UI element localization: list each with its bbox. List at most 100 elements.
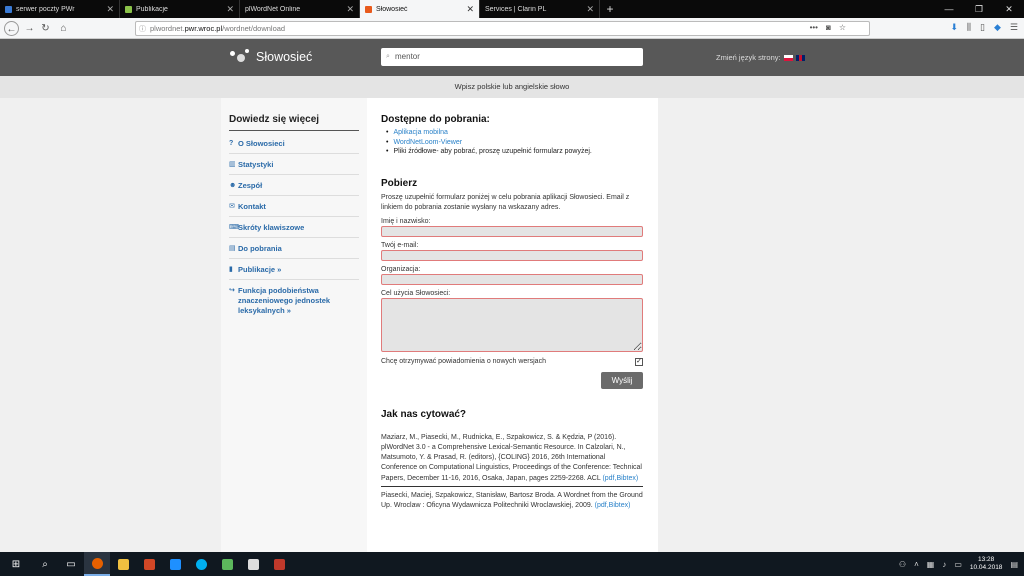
tab-services-clarin[interactable]: Services | Clarin PL ✕ [480,0,600,18]
sidebar-toggle-icon[interactable]: ▯ [980,22,985,33]
close-tab-icon[interactable]: ✕ [586,4,594,15]
volume-icon[interactable]: ♪ [942,560,946,569]
sidebar-item-label: Skróty klawiszowe [238,223,305,232]
address-actions: ••• ◙ ☆ [810,23,846,32]
tab-publikacje[interactable]: Publikacje ✕ [120,0,240,18]
close-tab-icon[interactable]: ✕ [106,4,114,15]
url-prefix: plwordnet. [150,24,185,33]
app-icon[interactable] [162,552,188,576]
citation-links[interactable]: (pdf,Bibtex) [602,475,638,482]
clock[interactable]: 13:28 10.04.2018 [970,556,1003,572]
search-input[interactable]: ⌕ mentor [381,48,643,66]
keyboard-icon: ⌨ [229,224,240,231]
notify-checkbox[interactable]: ✓ [635,357,643,366]
close-window-button[interactable]: ✕ [994,0,1024,18]
address-bar[interactable]: ⓘ plwordnet.pwr.wroc.pl/wordnet/download [135,21,870,36]
downloads-list: Aplikacja mobilna WordNetLoom-Viewer Pli… [386,128,643,157]
home-button[interactable]: ⌂ [56,21,71,36]
citation-1: Maziarz, M., Piasecki, M., Rudnicka, E.,… [381,433,643,484]
sidebar-item-kontakt[interactable]: ✉ Kontakt [229,198,359,217]
tab-label: plWordNet Online [245,5,301,13]
firefox-icon[interactable] [84,552,110,576]
search-value: mentor [395,52,420,61]
download-title: Pobierz [381,177,418,189]
library-icon[interactable]: ⫼ [967,22,971,33]
purpose-textarea[interactable] [381,297,643,352]
logo-mark-icon [230,49,252,65]
people-icon[interactable]: ⚇ [899,560,906,569]
battery-icon[interactable]: ▭ [954,560,962,569]
extension-icon[interactable]: ◆ [994,22,1001,33]
list-item: Pliki źródłowe- aby pobrać, proszę uzupe… [386,147,643,157]
send-button[interactable]: Wyślij [601,371,643,389]
slowosiec-favicon-icon [365,5,372,13]
source-files-text: Pliki źródłowe- aby pobrać, proszę uzupe… [393,148,592,155]
tab-slowosiec[interactable]: Słowosieć ✕ [360,0,480,18]
pocket-icon[interactable]: ◙ [826,23,831,32]
reload-button[interactable]: ↻ [38,21,53,36]
notifications-icon[interactable]: ▤ [1010,560,1018,569]
sidebar-item-label: Funkcja podobieństwa znaczeniowego jedno… [238,286,331,315]
sidebar-item-skroty[interactable]: ⌨ Skróty klawiszowe [229,219,359,238]
skype-icon[interactable] [188,552,214,576]
close-tab-icon[interactable]: ✕ [346,4,354,15]
site-logo[interactable]: Słowosieć [230,49,312,65]
download-box-icon: ▤ [229,245,236,252]
language-switcher: Zmień język strony: [716,53,805,62]
mobile-app-link[interactable]: Aplikacja mobilna [393,129,447,136]
app-icon[interactable] [240,552,266,576]
bookmark-star-icon[interactable]: ☆ [839,23,846,32]
name-label: Imię i nazwisko: [381,217,431,225]
sidebar-item-label: Statystyki [238,160,274,169]
sidebar-item-publikacje[interactable]: ▮ Publikacje » [229,261,359,280]
wordnetloom-viewer-link[interactable]: WordNetLoom-Viewer [393,139,462,146]
maximize-button[interactable]: ❐ [964,0,994,18]
site-info-icon[interactable]: ⓘ [139,23,146,36]
close-tab-icon[interactable]: ✕ [226,4,234,15]
polish-flag-icon[interactable] [783,54,793,61]
sidebar-item-label: Publikacje » [238,265,282,274]
tab-label: Publikacje [136,5,168,13]
logo-name: Słowosieć [256,50,313,64]
bar-chart-icon: ▥ [229,161,236,168]
powerpoint-icon[interactable] [136,552,162,576]
organization-field[interactable] [381,273,643,285]
minimize-button[interactable]: — [934,0,964,18]
purpose-label: Cel użycia Słowosieci: [381,289,451,297]
download-intro: Proszę uzupełnić formularz poniżej w cel… [381,193,630,211]
back-button[interactable]: ← [4,21,19,36]
download-icon[interactable]: ⬇ [950,22,958,33]
tab-plwordnet-online[interactable]: plWordNet Online ✕ [240,0,360,18]
name-field[interactable] [381,225,643,237]
forward-button[interactable]: → [22,21,37,36]
network-icon[interactable]: ▦ [927,560,935,569]
sidebar-item-label: Zespół [238,181,263,190]
question-icon: ? [229,140,234,147]
sidebar-item-o-slowosieci[interactable]: ? O Słowosieci [229,135,359,154]
sidebar-item-do-pobrania[interactable]: ▤ Do pobrania [229,240,359,259]
citation-links[interactable]: (pdf,Bibtex) [595,502,631,509]
system-tray: ⚇ ˄ ▦ ♪ ▭ 13:28 10.04.2018 ▤ [899,552,1018,576]
sidebar-item-statystyki[interactable]: ▥ Statystyki [229,156,359,175]
sidebar-item-zespol[interactable]: ☻ Zespół [229,177,359,196]
browser-tab-bar: serwer poczty PWr ✕ Publikacje ✕ plWordNet… [0,0,1024,18]
start-button[interactable]: ⊞ [0,552,32,576]
file-explorer-icon[interactable] [110,552,136,576]
sidebar-item-funkcja-podobienstwa[interactable]: ↪ Funkcja podobieństwa znaczeniowego jedn… [229,282,359,320]
english-flag-icon[interactable] [795,54,805,61]
tab-serwer-poczty[interactable]: serwer poczty PWr ✕ [0,0,120,18]
search-icon[interactable]: ⌕ [32,552,58,576]
users-icon: ☻ [229,182,237,189]
app-icon[interactable] [266,552,292,576]
sidebar-item-label: Kontakt [238,202,266,211]
close-tab-icon[interactable]: ✕ [466,4,474,15]
page-actions-icon[interactable]: ••• [810,23,818,32]
menu-icon[interactable]: ☰ [1010,22,1018,33]
app-icon[interactable] [214,552,240,576]
email-field[interactable] [381,249,643,261]
chevron-up-icon[interactable]: ˄ [914,560,919,569]
task-view-icon[interactable]: ▭ [58,552,84,576]
tab-label: Słowosieć [376,5,408,13]
new-tab-button[interactable]: + [600,0,620,18]
citation-2: Piasecki, Maciej, Szpakowicz, Stanisław,… [381,485,643,512]
